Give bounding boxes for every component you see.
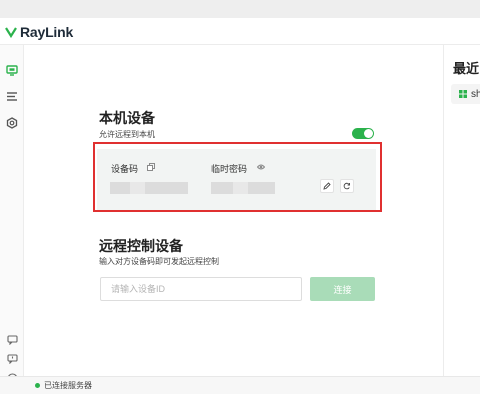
connect-button[interactable]: 连接 (310, 277, 375, 301)
device-id-input[interactable] (101, 278, 301, 300)
allow-remote-toggle[interactable] (352, 128, 374, 139)
connection-status-text: 已连接服务器 (44, 381, 92, 390)
remote-control-subtitle: 输入对方设备码即可发起远程控制 (99, 257, 219, 266)
raylink-logo: RayLink (5, 23, 73, 41)
remote-control-title: 远程控制设备 (99, 238, 183, 254)
local-device-title: 本机设备 (99, 110, 155, 126)
message-icon[interactable] (5, 333, 19, 347)
allow-remote-label: 允许远程到本机 (99, 130, 155, 139)
recent-title: 最近 (453, 61, 480, 76)
monitor-icon[interactable] (5, 63, 19, 77)
sidebar (0, 45, 24, 384)
toggle-knob (364, 129, 373, 138)
windows-icon (459, 90, 467, 98)
recent-device-item[interactable]: sh (451, 84, 480, 104)
title-bar: RayLink (0, 18, 480, 45)
main-panel: 本机设备 允许远程到本机 设备码 临时密码 远程控制设备 输入对方设备码即可发起… (25, 45, 443, 376)
brand-name: RayLink (20, 24, 74, 40)
connection-status-dot (35, 383, 40, 388)
list-icon[interactable] (5, 89, 19, 103)
status-bar: 已连接服务器 (0, 376, 480, 394)
settings-hex-icon[interactable] (5, 116, 19, 130)
recent-panel: 最近 sh (444, 45, 480, 376)
highlight-frame (93, 142, 382, 212)
window-top-strip (0, 0, 480, 18)
recent-device-label: sh (471, 88, 480, 100)
raylink-logo-icon (5, 27, 17, 38)
device-id-field (100, 277, 302, 301)
feedback-icon[interactable] (5, 352, 19, 366)
